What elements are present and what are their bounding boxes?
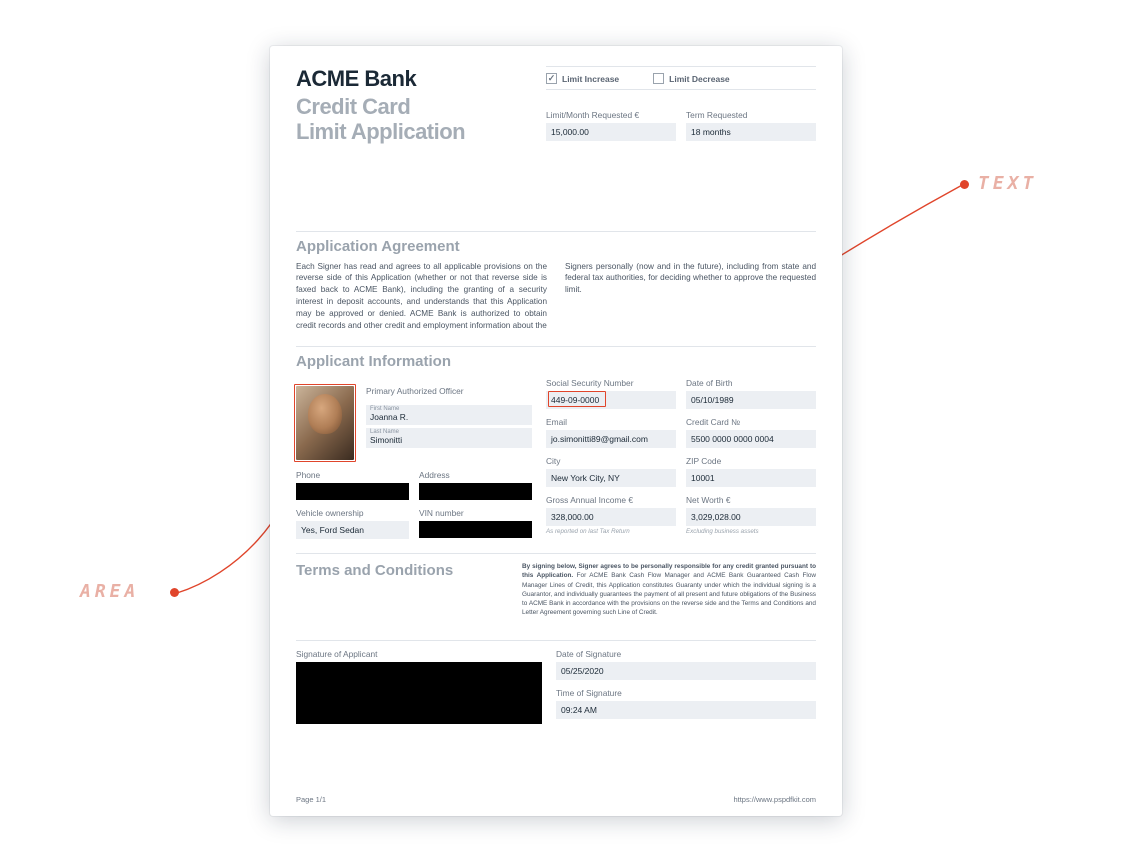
zip-value[interactable]: 10001 [686, 469, 816, 487]
officer-label: Primary Authorized Officer [366, 386, 532, 396]
income-label: Gross Annual Income € [546, 495, 676, 505]
limit-decrease-label: Limit Decrease [669, 74, 729, 84]
signature-redacted [296, 662, 542, 724]
vin-label: VIN number [419, 508, 532, 518]
agreement-col1: Each Signer has read and agrees to all a… [296, 261, 547, 332]
phone-label: Phone [296, 470, 409, 480]
annotation-text-label: TEXT [978, 173, 1037, 194]
ssn-label: Social Security Number [546, 378, 676, 388]
email-value[interactable]: jo.simonitti89@gmail.com [546, 430, 676, 448]
vehicle-label: Vehicle ownership [296, 508, 409, 518]
cc-label: Credit Card № [686, 417, 816, 427]
income-note: As reported on last Tax Return [546, 528, 676, 535]
agreement-col2: Signers personally (now and in the futur… [565, 261, 816, 332]
sig-time-value[interactable]: 09:24 AM [556, 701, 816, 719]
sig-date-label: Date of Signature [556, 649, 816, 659]
term-requested-label: Term Requested [686, 110, 816, 120]
vehicle-value[interactable]: Yes, Ford Sedan [296, 521, 409, 539]
page-number: Page 1/1 [296, 795, 326, 804]
networth-label: Net Worth € [686, 495, 816, 505]
cc-value[interactable]: 5500 0000 0000 0004 [686, 430, 816, 448]
applicant-photo [296, 386, 354, 460]
dob-label: Date of Birth [686, 378, 816, 388]
annotation-text-dot [960, 180, 969, 189]
vin-redacted [419, 521, 532, 538]
document-page: ACME Bank Credit Card Limit Application … [270, 46, 842, 816]
terms-title: Terms and Conditions [296, 562, 506, 618]
email-label: Email [546, 417, 676, 427]
phone-redacted [296, 483, 409, 500]
address-redacted [419, 483, 532, 500]
income-value[interactable]: 328,000.00 [546, 508, 676, 526]
checkbox-icon [653, 73, 664, 84]
last-name-value[interactable]: Simonitti [366, 435, 532, 448]
agreement-body: Each Signer has read and agrees to all a… [296, 261, 816, 332]
annotation-area-dot [170, 588, 179, 597]
limit-increase-option[interactable]: Limit Increase [546, 73, 619, 84]
sig-date-value[interactable]: 05/25/2020 [556, 662, 816, 680]
city-label: City [546, 456, 676, 466]
footer-url: https://www.pspdfkit.com [733, 795, 816, 804]
city-value[interactable]: New York City, NY [546, 469, 676, 487]
networth-value[interactable]: 3,029,028.00 [686, 508, 816, 526]
term-requested-value[interactable]: 18 months [686, 123, 816, 141]
sig-time-label: Time of Signature [556, 688, 816, 698]
limit-decrease-option[interactable]: Limit Decrease [653, 73, 729, 84]
networth-note: Excluding business assets [686, 528, 816, 535]
zip-label: ZIP Code [686, 456, 816, 466]
last-name-label: Last Name [366, 428, 532, 435]
checkbox-icon [546, 73, 557, 84]
ssn-value[interactable]: 449-09-0000 [546, 391, 676, 409]
signature-label: Signature of Applicant [296, 649, 542, 659]
address-label: Address [419, 470, 532, 480]
limit-requested-label: Limit/Month Requested € [546, 110, 676, 120]
limit-requested-value[interactable]: 15,000.00 [546, 123, 676, 141]
annotation-area-label: AREA [80, 581, 139, 602]
first-name-label: First Name [366, 405, 532, 412]
agreement-title: Application Agreement [296, 231, 816, 255]
dob-value[interactable]: 05/10/1989 [686, 391, 816, 409]
first-name-value[interactable]: Joanna R. [366, 412, 532, 425]
terms-body: By signing below, Signer agrees to be pe… [522, 562, 816, 618]
applicant-info-title: Applicant Information [296, 346, 816, 370]
limit-increase-label: Limit Increase [562, 74, 619, 84]
request-panel: Limit Increase Limit Decrease Limit/Mont… [546, 66, 816, 141]
